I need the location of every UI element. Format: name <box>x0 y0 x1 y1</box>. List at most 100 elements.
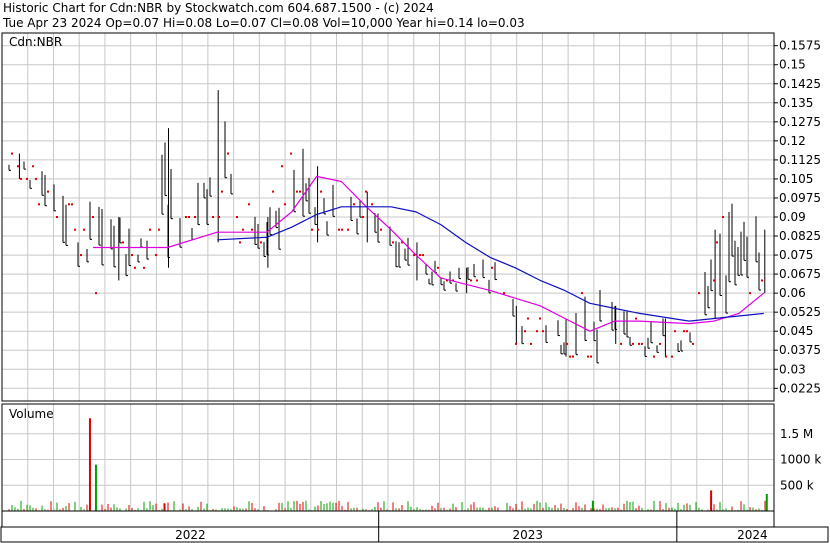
single-trade-dot <box>284 203 286 206</box>
single-trade-dot <box>20 177 22 180</box>
price-tick-label: 0.075 <box>779 248 813 262</box>
single-trade-dot <box>155 254 157 257</box>
single-trade-dot <box>47 190 49 193</box>
single-trade-dot <box>239 241 241 244</box>
price-tick-label: 0.0975 <box>779 191 821 205</box>
volume-tick-label: 1000 k <box>780 453 821 467</box>
single-trade-dot <box>311 228 313 231</box>
year-label: 2023 <box>512 528 543 542</box>
price-tick-label: 0.105 <box>779 172 813 186</box>
single-trade-dot <box>674 330 676 333</box>
single-trade-dot <box>194 216 196 218</box>
price-tick-label: 0.06 <box>779 286 806 300</box>
single-trade-dot <box>566 342 568 345</box>
single-trade-dot <box>749 292 751 295</box>
single-trade-dot <box>716 241 718 244</box>
single-trade-dot <box>68 203 70 206</box>
single-trade-dot <box>638 342 640 345</box>
single-trade-dot <box>587 355 589 358</box>
single-trade-dot <box>542 330 544 333</box>
single-trade-dot <box>683 330 685 333</box>
price-tick-label: 0.0375 <box>779 343 821 357</box>
single-trade-dot <box>722 216 724 218</box>
stock-chart: 0.1575 0.15 0.1425 0.135 0.1275 0.12 0.1125 0.1… <box>0 32 829 543</box>
single-trade-dot <box>227 152 229 155</box>
price-panel-title: Cdn:NBR <box>9 35 62 49</box>
single-trade-dot <box>491 266 493 269</box>
single-trade-dot <box>338 228 340 231</box>
single-trade-dot <box>131 254 133 257</box>
single-trade-dot <box>56 216 58 218</box>
single-trade-dot <box>422 254 424 257</box>
single-trade-dot <box>347 228 349 231</box>
single-trade-dot <box>134 266 136 269</box>
single-trade-dot <box>212 216 214 218</box>
single-trade-dot <box>188 216 190 218</box>
single-trade-dot <box>17 165 19 168</box>
single-trade-dot <box>524 330 526 333</box>
price-tick-label: 0.135 <box>779 96 813 110</box>
single-trade-dot <box>503 292 505 295</box>
single-trade-dot <box>470 279 472 282</box>
single-trade-dot <box>251 228 253 231</box>
single-trade-dot <box>143 266 145 269</box>
single-trade-dot <box>281 165 283 168</box>
price-tick-label: 0.1425 <box>779 77 821 91</box>
volume-tick-label: 1.5 M <box>780 427 813 441</box>
year-label: 2024 <box>737 528 768 542</box>
ma-short-line <box>93 175 765 332</box>
price-tick-label: 0.12 <box>779 134 806 148</box>
single-trade-dot <box>419 254 421 257</box>
single-trade-dot <box>38 203 40 206</box>
time-strip-frame <box>1 510 775 528</box>
single-trade-dot <box>185 216 187 218</box>
single-trade-dot <box>218 216 220 218</box>
single-trade-dot <box>659 342 661 345</box>
single-trade-dot <box>248 203 250 206</box>
moving-average-lines <box>93 175 765 332</box>
panel-frames <box>0 32 829 543</box>
price-tick-label: 0.0525 <box>779 305 821 319</box>
year-axis-frame <box>0 526 829 543</box>
single-trade-dot <box>632 342 634 345</box>
single-trade-dot <box>122 241 124 244</box>
single-trade-dot <box>242 228 244 231</box>
single-trade-dot <box>581 292 583 295</box>
price-tick-label: 0.045 <box>779 324 813 338</box>
single-trade-dot <box>221 190 223 193</box>
single-trade-dot <box>653 355 655 358</box>
single-trade-dot <box>353 203 355 206</box>
single-trade-dot <box>671 355 673 358</box>
single-trade-dot <box>26 177 28 180</box>
price-tick-label: 0.1125 <box>779 153 821 167</box>
single-trade-dot <box>320 190 322 193</box>
single-trade-dot <box>296 190 298 193</box>
single-trade-dot <box>32 165 34 168</box>
price-tick-label: 0.0825 <box>779 229 821 243</box>
single-trade-dot <box>698 292 700 295</box>
single-trade-dot <box>35 177 37 180</box>
single-trade-dot <box>317 228 319 231</box>
single-trade-dot <box>539 317 541 320</box>
single-trade-dot <box>74 228 76 231</box>
price-tick-label: 0.09 <box>779 210 806 224</box>
volume-grid <box>2 404 774 511</box>
price-tick-label: 0.0225 <box>779 381 821 395</box>
price-tick-label: 0.1575 <box>779 39 821 53</box>
single-trade-dot <box>515 342 517 345</box>
single-trade-dot <box>71 203 73 206</box>
single-trade-dot <box>236 216 238 218</box>
single-trade-dot <box>341 228 343 231</box>
price-tick-label: 0.15 <box>779 58 806 72</box>
single-trade-dot <box>476 279 478 282</box>
single-trade-dot <box>260 241 262 244</box>
year-label: 2022 <box>175 528 206 542</box>
single-trade-dot <box>11 152 13 155</box>
volume-panel-title: Volume <box>9 407 54 421</box>
single-trade-dot <box>665 355 667 358</box>
single-trade-dot <box>299 190 301 193</box>
volume-tick-label: 500 k <box>780 478 814 492</box>
single-trade-dot <box>380 228 382 231</box>
price-tick-label: 0.1275 <box>779 115 821 129</box>
single-trade-dot <box>590 355 592 358</box>
